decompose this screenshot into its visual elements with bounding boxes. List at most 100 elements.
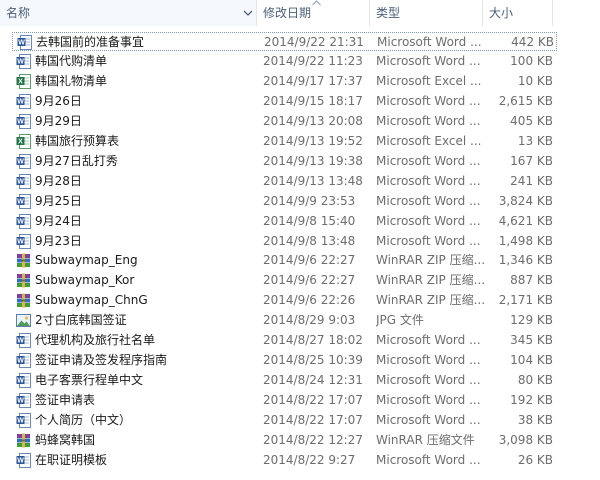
file-size: 1,498 KB xyxy=(498,233,553,248)
file-row[interactable]: Subwaymap_ChnG 2014/9/6 22:26 WinRAR ZIP 压… xyxy=(12,291,557,310)
column-header-name[interactable]: 名称 xyxy=(0,0,257,26)
file-row[interactable]: 蚂蜂窝韩国 2014/8/22 12:27 WinRAR 压缩文件 3,098 KB xyxy=(12,431,557,450)
file-name: 2寸白底韩国签证 xyxy=(35,313,127,328)
file-type: Microsoft Word ... xyxy=(376,93,481,108)
column-header-type[interactable]: 类型 xyxy=(370,0,483,26)
file-date: 2014/8/22 17:07 xyxy=(263,413,363,428)
file-type: Microsoft Word ... xyxy=(376,113,481,128)
file-size: 129 KB xyxy=(510,313,553,328)
file-row[interactable]: W 9月24日 2014/9/8 15:40 Microsoft Word ... 4… xyxy=(12,212,557,231)
file-type: Microsoft Word ... xyxy=(376,173,481,188)
svg-text:W: W xyxy=(17,198,24,205)
svg-text:W: W xyxy=(17,458,24,465)
svg-text:W: W xyxy=(17,358,24,365)
file-row[interactable]: 2寸白底韩国签证 2014/8/29 9:03 JPG 文件 129 KB xyxy=(12,311,557,330)
word-icon: W xyxy=(16,393,31,409)
file-name: 代理机构及旅行社名单 xyxy=(35,333,156,348)
file-row[interactable]: W 去韩国前的准备事宜 2014/9/22 21:31 Microsoft Word… xyxy=(12,32,557,51)
file-name: Subwaymap_ChnG xyxy=(35,293,148,308)
file-row[interactable]: Subwaymap_Kor 2014/9/6 22:27 WinRAR ZIP 压缩… xyxy=(12,271,557,290)
file-size: 4,621 KB xyxy=(498,213,553,228)
file-name: 电子客票行程单中文 xyxy=(35,373,144,388)
file-name: 9月27日乱打秀 xyxy=(35,153,118,168)
winrar-icon xyxy=(16,253,31,268)
excel-icon: X xyxy=(16,73,31,89)
file-size: 241 KB xyxy=(510,173,553,188)
file-row[interactable]: W 9月29日 2014/9/13 20:08 Microsoft Word ...… xyxy=(12,112,557,131)
file-name: Subwaymap_Kor xyxy=(35,273,135,288)
column-header-size[interactable]: 大小 xyxy=(483,0,553,26)
file-date: 2014/8/25 10:39 xyxy=(263,353,363,368)
word-icon: W xyxy=(16,333,31,349)
file-size: 38 KB xyxy=(517,413,553,428)
file-row[interactable]: X 韩国礼物清单 2014/9/17 17:37 Microsoft Excel .… xyxy=(12,72,557,91)
svg-text:W: W xyxy=(17,338,24,345)
file-row[interactable]: W 韩国代购清单 2014/9/22 11:23 Microsoft Word ..… xyxy=(12,52,557,71)
file-name: 去韩国前的准备事宜 xyxy=(36,35,145,49)
file-type: Microsoft Excel ... xyxy=(376,73,482,88)
column-header-type-label: 类型 xyxy=(376,6,401,20)
word-icon: W xyxy=(16,233,31,249)
winrar-icon xyxy=(16,293,31,308)
file-date: 2014/9/13 20:08 xyxy=(263,113,363,128)
file-type: Microsoft Word ... xyxy=(376,53,481,68)
file-row[interactable]: W 电子客票行程单中文 2014/8/24 12:31 Microsoft Word… xyxy=(12,371,557,390)
file-row[interactable]: W 9月23日 2014/9/8 13:48 Microsoft Word ... 1… xyxy=(12,232,557,251)
file-row[interactable]: W 代理机构及旅行社名单 2014/8/27 18:02 Microsoft Wor… xyxy=(12,331,557,350)
file-size: 405 KB xyxy=(510,113,553,128)
file-row[interactable]: Subwaymap_Eng 2014/9/6 22:27 WinRAR ZIP 压缩… xyxy=(12,251,557,270)
word-icon: W xyxy=(16,113,31,129)
file-date: 2014/8/22 17:07 xyxy=(263,393,363,408)
file-size: 1,346 KB xyxy=(498,253,553,268)
file-date: 2014/8/22 12:27 xyxy=(263,433,363,447)
file-date: 2014/9/6 22:26 xyxy=(263,293,356,308)
file-name: 韩国礼物清单 xyxy=(35,73,108,88)
file-date: 2014/9/9 23:53 xyxy=(263,193,356,208)
file-date: 2014/9/13 13:48 xyxy=(263,173,363,188)
file-row[interactable]: W 个人简历（中文） 2014/8/22 17:07 Microsoft Word … xyxy=(12,411,557,430)
file-name: 9月24日 xyxy=(35,213,82,228)
file-type: Microsoft Word ... xyxy=(376,452,481,467)
file-date: 2014/8/22 9:27 xyxy=(263,452,356,467)
file-date: 2014/8/29 9:03 xyxy=(263,313,356,328)
file-row[interactable]: W 签证申请表 2014/8/22 17:07 Microsoft Word ...… xyxy=(12,391,557,410)
file-name: Subwaymap_Eng xyxy=(35,253,138,268)
chevron-down-icon[interactable] xyxy=(244,10,252,16)
word-icon: W xyxy=(16,353,31,369)
svg-text:X: X xyxy=(18,78,23,85)
svg-text:W: W xyxy=(17,158,24,165)
svg-text:W: W xyxy=(17,178,24,185)
file-type: Microsoft Word ... xyxy=(376,153,481,168)
file-size: 26 KB xyxy=(517,452,553,467)
file-date: 2014/9/15 18:17 xyxy=(263,93,363,108)
file-row[interactable]: W 9月28日 2014/9/13 13:48 Microsoft Word ...… xyxy=(12,172,557,191)
file-type: Microsoft Excel ... xyxy=(376,133,482,148)
file-name: 签证申请及签发程序指南 xyxy=(35,353,168,368)
file-row[interactable]: W 在职证明模板 2014/8/22 9:27 Microsoft Word ...… xyxy=(12,451,557,470)
file-size: 104 KB xyxy=(510,353,553,368)
file-name: 在职证明模板 xyxy=(35,452,108,467)
file-row[interactable]: W 9月27日乱打秀 2014/9/13 19:38 Microsoft Word … xyxy=(12,152,557,171)
file-date: 2014/8/27 18:02 xyxy=(263,333,363,348)
file-name: 蚂蜂窝韩国 xyxy=(35,433,96,447)
file-type: Microsoft Word ... xyxy=(377,35,482,49)
file-type: WinRAR 压缩文件 xyxy=(376,433,475,447)
winrar-icon xyxy=(16,433,31,448)
file-date: 2014/9/22 11:23 xyxy=(263,53,363,68)
file-name: 9月28日 xyxy=(35,173,82,188)
column-header-date-label: 修改日期 xyxy=(263,6,312,20)
file-type: WinRAR ZIP 压缩... xyxy=(376,273,484,288)
file-name: 个人简历（中文） xyxy=(35,413,132,428)
file-date: 2014/9/8 15:40 xyxy=(263,213,356,228)
column-header-bar: 名称 修改日期 类型 大小 xyxy=(0,0,600,26)
file-date: 2014/9/17 17:37 xyxy=(263,73,363,88)
file-type: WinRAR ZIP 压缩... xyxy=(376,293,484,308)
file-row[interactable]: W 9月25日 2014/9/9 23:53 Microsoft Word ... 3… xyxy=(12,192,557,211)
word-icon: W xyxy=(16,413,31,429)
word-icon: W xyxy=(16,173,31,189)
file-row[interactable]: X 韩国旅行预算表 2014/9/13 19:52 Microsoft Excel … xyxy=(12,132,557,151)
file-type: Microsoft Word ... xyxy=(376,393,481,408)
file-row[interactable]: W 签证申请及签发程序指南 2014/8/25 10:39 Microsoft Wo… xyxy=(12,351,557,370)
file-row[interactable]: W 9月26日 2014/9/15 18:17 Microsoft Word ...… xyxy=(12,92,557,111)
svg-text:W: W xyxy=(17,238,24,245)
